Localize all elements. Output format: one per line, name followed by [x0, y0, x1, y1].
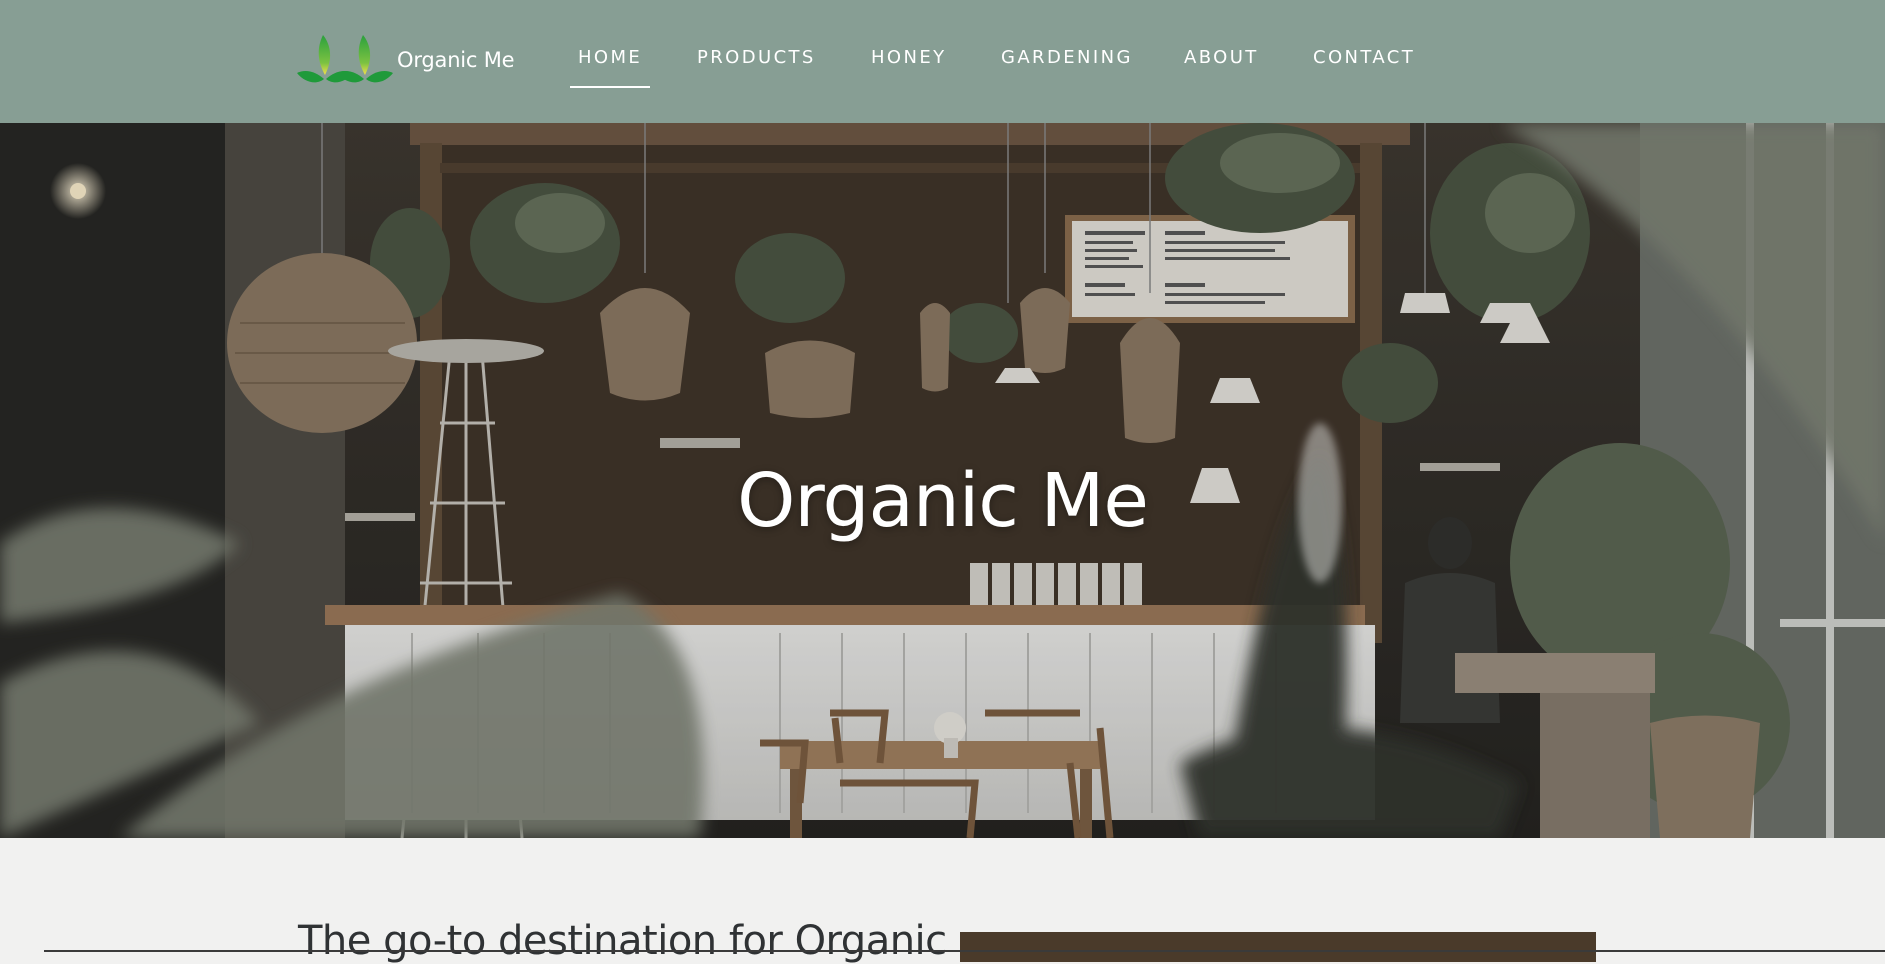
- hero-banner: Organic Me: [0, 123, 1885, 838]
- intro-heading: The go-to destination for Organic: [298, 918, 947, 964]
- nav-about[interactable]: ABOUT: [1184, 47, 1259, 68]
- intro-image: [960, 932, 1596, 962]
- nav-honey[interactable]: HONEY: [871, 47, 947, 68]
- brand-name: Organic Me: [397, 48, 515, 72]
- nav-contact[interactable]: CONTACT: [1313, 47, 1415, 68]
- site-header: Organic Me HOME PRODUCTS HONEY GARDENING…: [0, 0, 1885, 123]
- hero-title: Organic Me: [737, 458, 1149, 544]
- nav-gardening[interactable]: GARDENING: [1001, 47, 1133, 68]
- leaf-logo-icon: [297, 35, 393, 83]
- nav-products[interactable]: PRODUCTS: [697, 47, 816, 68]
- brand-logo-link[interactable]: Organic Me: [297, 30, 515, 90]
- nav-home[interactable]: HOME: [569, 47, 651, 88]
